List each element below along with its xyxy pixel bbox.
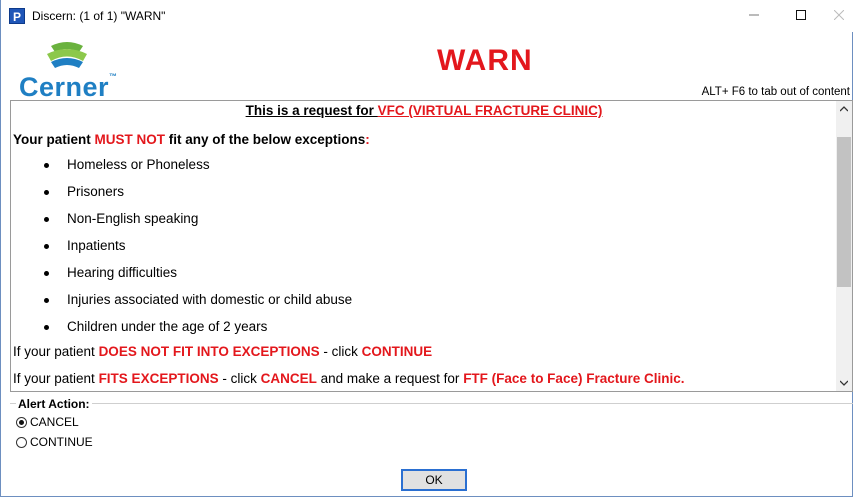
alert-action-group: Alert Action: CANCEL CONTINUE	[10, 397, 853, 455]
exception-text: Non-English speaking	[67, 211, 199, 226]
ok-button[interactable]: OK	[401, 469, 467, 491]
continue-part-4: CONTINUE	[361, 344, 433, 359]
logo-trademark: ™	[109, 72, 118, 81]
chevron-up-icon	[840, 106, 848, 112]
scroll-up-button[interactable]	[836, 101, 852, 117]
intro-part-1: Your patient	[13, 132, 95, 147]
continue-part-1: If your patient	[13, 344, 99, 359]
app-icon: P	[9, 8, 25, 24]
exception-text: Homeless or Phoneless	[67, 157, 210, 172]
maximize-button[interactable]	[778, 0, 824, 30]
cancel-part-5: and make a request for	[316, 371, 464, 386]
title-bar: P Discern: (1 of 1) "WARN"	[1, 0, 853, 32]
logo-name: Cerner	[19, 72, 110, 102]
alert-message-content: This is a request for VFC (VIRTUAL FRACT…	[11, 101, 837, 391]
intro-colon: :	[365, 132, 370, 147]
bullet-icon	[44, 325, 49, 330]
radio-unchecked-icon[interactable]	[16, 436, 27, 448]
close-button[interactable]	[824, 0, 853, 30]
discern-alert-window: P Discern: (1 of 1) "WARN" Cerner™ WARN …	[0, 0, 853, 497]
radio-option-cancel[interactable]: CANCEL	[16, 415, 79, 429]
cancel-part-3: - click	[218, 371, 261, 386]
heading-clinic-name: VFC (VIRTUAL FRACTURE CLINIC)	[377, 103, 603, 118]
alert-title: WARN	[437, 44, 533, 77]
bullet-icon	[44, 163, 49, 168]
exception-text: Children under the age of 2 years	[67, 319, 268, 334]
exception-text: Prisoners	[67, 184, 125, 199]
bullet-icon	[44, 217, 49, 222]
exception-text: Hearing difficulties	[67, 265, 178, 280]
intro-part-3: fit any of the below exceptions	[165, 132, 366, 147]
cancel-part-4: CANCEL	[260, 371, 317, 386]
window-title: Discern: (1 of 1) "WARN"	[32, 9, 166, 23]
heading-prefix: This is a request for	[245, 103, 378, 118]
alert-message-panel[interactable]: This is a request for VFC (VIRTUAL FRACT…	[10, 100, 853, 392]
intro-must-not: MUST NOT	[94, 132, 166, 147]
radio-option-continue[interactable]: CONTINUE	[16, 435, 93, 449]
minimize-button[interactable]	[731, 0, 777, 30]
radio-label: CONTINUE	[30, 435, 93, 449]
scroll-down-button[interactable]	[836, 375, 852, 391]
radio-label: CANCEL	[30, 415, 79, 429]
cerner-logo-text: Cerner™	[19, 72, 118, 103]
cancel-part-2: FITS EXCEPTIONS	[98, 371, 219, 386]
exception-text: Injuries associated with domestic or chi…	[67, 292, 353, 307]
maximize-icon	[796, 10, 806, 20]
radio-checked-icon[interactable]	[16, 416, 27, 428]
alert-action-label: Alert Action:	[16, 397, 92, 411]
minimize-icon	[749, 14, 759, 16]
continue-part-3: - click	[319, 344, 362, 359]
close-icon	[834, 10, 844, 20]
cancel-instruction: If your patient FITS EXCEPTIONS - click …	[13, 371, 684, 386]
chevron-down-icon	[840, 380, 848, 386]
cancel-part-1: If your patient	[13, 371, 99, 386]
continue-part-2: DOES NOT FIT INTO EXCEPTIONS	[98, 344, 320, 359]
keyboard-hint: ALT+ F6 to tab out of content	[701, 86, 850, 98]
cancel-part-6: FTF (Face to Face) Fracture Clinic.	[463, 371, 685, 386]
bullet-icon	[44, 190, 49, 195]
bullet-icon	[44, 244, 49, 249]
exception-text: Inpatients	[67, 238, 126, 253]
scrollbar-thumb[interactable]	[837, 137, 851, 287]
vertical-scrollbar[interactable]	[836, 101, 852, 391]
bullet-icon	[44, 298, 49, 303]
continue-instruction: If your patient DOES NOT FIT INTO EXCEPT…	[13, 344, 432, 359]
request-heading: This is a request for VFC (VIRTUAL FRACT…	[11, 103, 837, 118]
bullet-icon	[44, 271, 49, 276]
exceptions-intro: Your patient MUST NOT fit any of the bel…	[13, 132, 370, 147]
